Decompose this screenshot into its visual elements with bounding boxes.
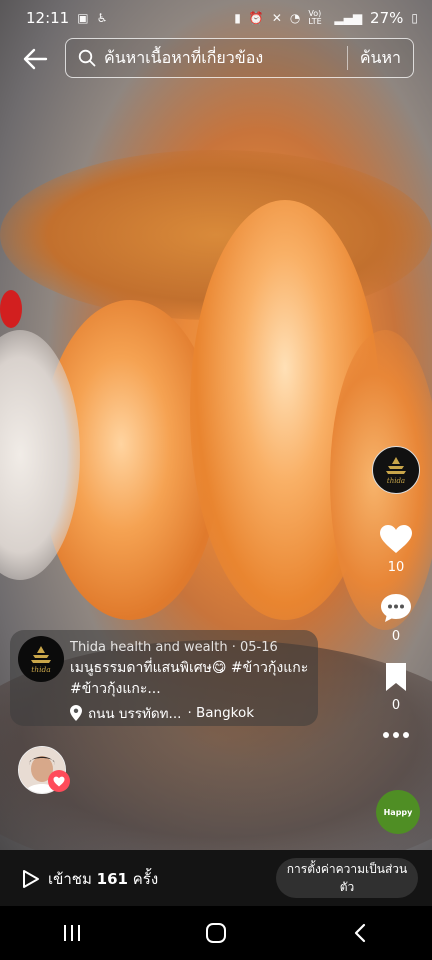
home-button[interactable] xyxy=(196,913,236,953)
search-box[interactable]: ค้นหาเนื้อหาที่เกี่ยวข้อง ค้นหา xyxy=(65,38,414,78)
privacy-settings-button[interactable]: การตั้งค่าความเป็นส่วนตัว xyxy=(276,858,418,898)
music-label: Happy xyxy=(383,807,413,817)
svg-text:thida: thida xyxy=(31,665,51,674)
bookmark-icon xyxy=(386,663,406,691)
views-counter[interactable]: เข้าชม 161 ครั้ง xyxy=(22,867,158,891)
back-button[interactable] xyxy=(340,913,380,953)
battery-level: 27% xyxy=(370,9,404,27)
svg-text:thida: thida xyxy=(387,477,405,485)
post-caption[interactable]: เมนูธรรมดาที่แสนพิเศษ😋 #ข้าวกุ้งแกะ #ข้า… xyxy=(70,658,310,700)
battery-icon: ▯ xyxy=(411,11,418,25)
search-row: ค้นหาเนื้อหาที่เกี่ยวข้อง ค้นหา xyxy=(0,38,432,82)
screen: 12:11 ▣ ♿ ▮ ⏰ ✕ ◔ Vo) LTE ▂▄▆ 27% ▯ ค้นห… xyxy=(0,0,432,960)
like-count: 10 xyxy=(387,560,405,575)
views-text: เข้าชม 161 ครั้ง xyxy=(48,867,158,891)
status-bar: 12:11 ▣ ♿ ▮ ⏰ ✕ ◔ Vo) LTE ▂▄▆ 27% ▯ xyxy=(0,0,432,36)
status-right: ▮ ⏰ ✕ ◔ Vo) LTE ▂▄▆ 27% ▯ xyxy=(234,9,418,27)
location-name[interactable]: ถนน บรรทัดท... xyxy=(88,702,181,724)
battery-saver-icon: ▮ xyxy=(234,11,241,25)
like-button[interactable]: 10 xyxy=(379,524,413,575)
views-prefix: เข้าชม xyxy=(48,870,92,888)
action-rail: thida 10 0 0 xyxy=(370,446,422,739)
thida-logo-icon: thida xyxy=(386,457,406,485)
comment-count: 0 xyxy=(391,629,401,644)
post-date: 05-16 xyxy=(239,640,278,655)
wifi-icon: ◔ xyxy=(289,11,301,25)
play-icon xyxy=(23,870,39,888)
location-city: · Bangkok xyxy=(187,705,255,721)
recent-apps-button[interactable] xyxy=(52,913,92,953)
author-line[interactable]: Thida health and wealth · 05-16 xyxy=(70,640,278,655)
date-separator: · xyxy=(231,640,240,655)
liked-heart-badge xyxy=(48,770,70,792)
heart-icon xyxy=(380,525,412,553)
comment-icon xyxy=(381,594,411,622)
save-count: 0 xyxy=(391,698,401,713)
signal-icon: ▂▄▆ xyxy=(334,11,363,25)
comment-button[interactable]: 0 xyxy=(380,593,412,644)
search-icon xyxy=(78,49,96,67)
music-disc[interactable]: Happy xyxy=(376,790,420,834)
more-icon xyxy=(383,732,409,738)
bottom-bar: เข้าชม 161 ครั้ง การตั้งค่าความเป็นส่วนต… xyxy=(0,850,432,906)
save-button[interactable]: 0 xyxy=(384,662,408,713)
views-suffix: ครั้ง xyxy=(132,870,159,888)
thida-logo-icon: thida xyxy=(31,646,51,674)
network-label: Vo) LTE xyxy=(308,9,322,26)
creator-avatar[interactable]: thida xyxy=(372,446,420,494)
search-button[interactable]: ค้นหา xyxy=(348,46,413,71)
views-count: 161 xyxy=(96,870,128,888)
accessibility-icon: ♿ xyxy=(96,11,108,25)
more-button[interactable] xyxy=(382,731,410,739)
location-row[interactable]: ถนน บรรทัดท... · Bangkok xyxy=(70,702,254,724)
gallery-icon: ▣ xyxy=(77,11,89,25)
status-left: 12:11 ▣ ♿ xyxy=(26,9,107,27)
heart-icon xyxy=(53,776,65,786)
mute-icon: ✕ xyxy=(271,11,282,25)
status-time: 12:11 xyxy=(26,9,70,27)
home-icon xyxy=(206,923,226,943)
post-info-card[interactable]: thida Thida health and wealth · 05-16 เม… xyxy=(10,630,318,726)
system-nav-bar xyxy=(0,906,432,960)
chili xyxy=(0,290,22,328)
back-chevron-icon xyxy=(354,923,366,943)
location-pin-icon xyxy=(70,705,82,721)
alarm-icon: ⏰ xyxy=(248,11,264,25)
search-input[interactable]: ค้นหาเนื้อหาที่เกี่ยวข้อง xyxy=(104,46,347,71)
back-arrow-icon[interactable] xyxy=(22,48,48,70)
author-name[interactable]: Thida health and wealth xyxy=(70,640,228,655)
recent-apps-icon xyxy=(64,925,80,941)
author-avatar[interactable]: thida xyxy=(18,636,64,682)
